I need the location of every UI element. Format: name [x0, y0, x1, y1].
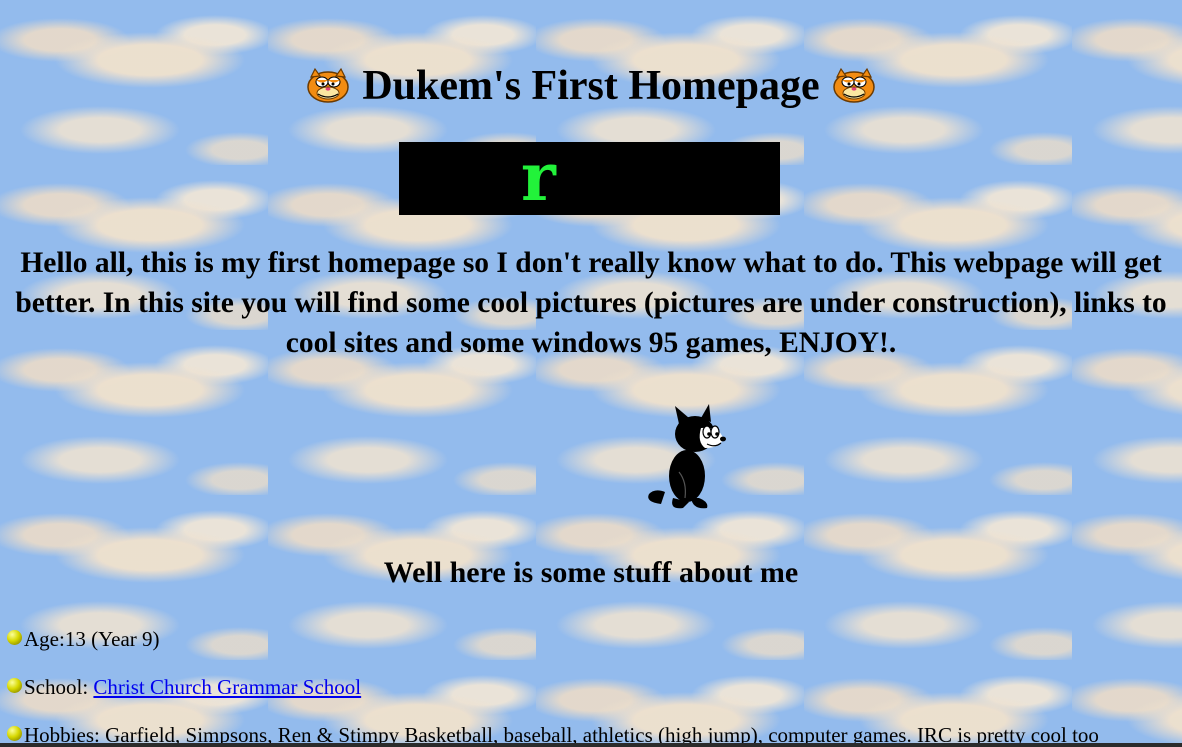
window-bottom-edge: [0, 743, 1182, 747]
yellow-ball-bullet-icon: [7, 677, 22, 693]
garfield-icon: [832, 67, 875, 103]
about-heading: Well here is some stuff about me: [383, 556, 799, 589]
page-title: Dukem's First Homepage: [362, 63, 820, 109]
garfield-icon: [307, 67, 350, 103]
yellow-ball-bullet-icon: [7, 725, 22, 741]
school-label: School:: [24, 675, 94, 699]
school-link[interactable]: Christ Church Grammar School: [93, 674, 361, 700]
scrolling-marquee: r: [399, 142, 780, 215]
felix-the-cat-icon: [648, 404, 726, 509]
title-row: Dukem's First Homepage: [0, 58, 1182, 114]
intro-text: Hello all, this is my first homepage so …: [15, 247, 1167, 359]
age-text: Age:13 (Year 9): [24, 627, 160, 651]
yellow-ball-bullet-icon: [7, 629, 22, 645]
list-item-age: Age:13 (Year 9): [7, 626, 160, 652]
marquee-text: r: [521, 142, 556, 215]
list-item-school: School: Christ Church Grammar School: [7, 674, 361, 700]
